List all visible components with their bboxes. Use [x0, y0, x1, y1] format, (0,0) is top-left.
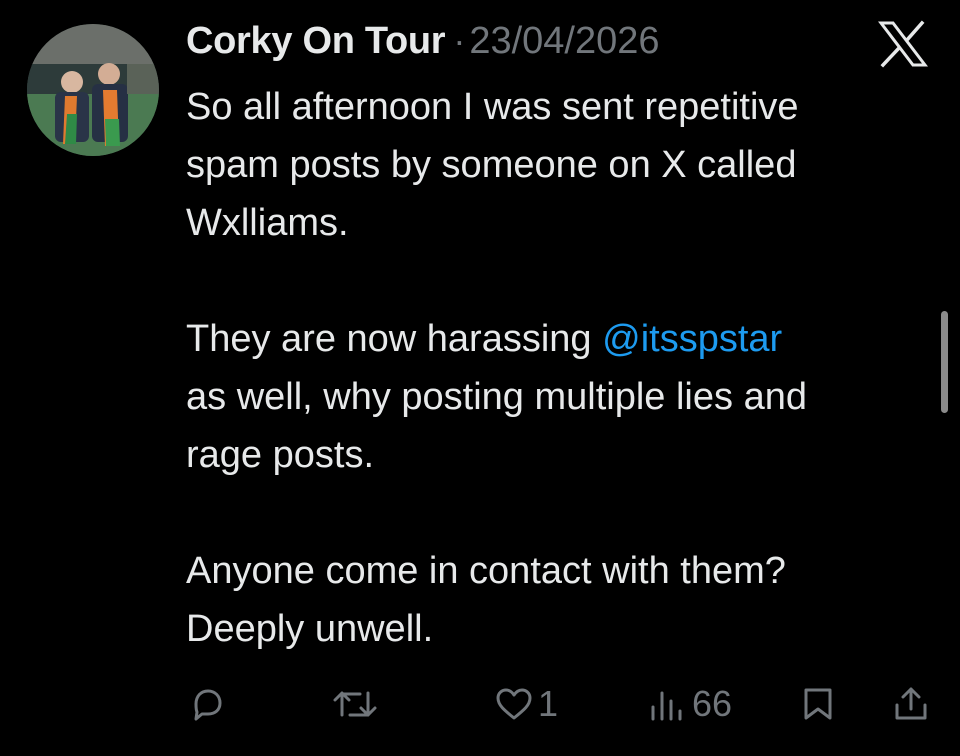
bookmark-icon	[804, 688, 832, 720]
reply-icon	[194, 689, 222, 721]
views-count: 66	[692, 683, 733, 724]
post-line: Wxlliams.	[186, 202, 349, 244]
heart-icon	[496, 688, 532, 720]
views-button[interactable]: 66	[648, 680, 732, 728]
post-line-with-mention: They are now harassing @itsspstar	[186, 310, 936, 368]
author-name[interactable]: Corky On Tour	[186, 20, 446, 63]
post-line: spam posts by someone on X called	[186, 144, 797, 186]
post-line: Anyone come in contact with them?	[186, 550, 786, 592]
mention-link[interactable]: @itsspstar	[602, 318, 782, 360]
post-line: rage posts.	[186, 434, 374, 476]
bookmark-button[interactable]	[800, 680, 836, 728]
avatar-photo	[27, 24, 159, 156]
like-button[interactable]: 1	[494, 680, 558, 728]
avatar[interactable]	[27, 24, 159, 156]
separator-dot: ·	[453, 20, 466, 61]
repost-icon	[333, 691, 377, 717]
x-logo-icon	[877, 20, 929, 68]
reply-button[interactable]	[188, 680, 226, 728]
post-line: So all afternoon I was sent repetitive	[186, 86, 799, 128]
repost-button[interactable]	[330, 680, 380, 728]
share-button[interactable]	[892, 680, 930, 728]
post-text: So all afternoon I was sent repetitive s…	[186, 78, 936, 658]
post-line: Deeply unwell.	[186, 608, 434, 650]
action-bar: 1 66	[0, 680, 960, 728]
like-count: 1	[538, 683, 559, 724]
post-header: Corky On Tour · 23/04/2026	[186, 20, 660, 68]
post-line-text: They are now harassing	[186, 318, 592, 360]
share-icon	[895, 687, 927, 720]
post-date[interactable]: 23/04/2026	[469, 20, 659, 63]
post-line: as well, why posting multiple lies and	[186, 376, 807, 418]
views-chart-icon	[651, 691, 682, 721]
scrollbar[interactable]	[941, 311, 948, 413]
